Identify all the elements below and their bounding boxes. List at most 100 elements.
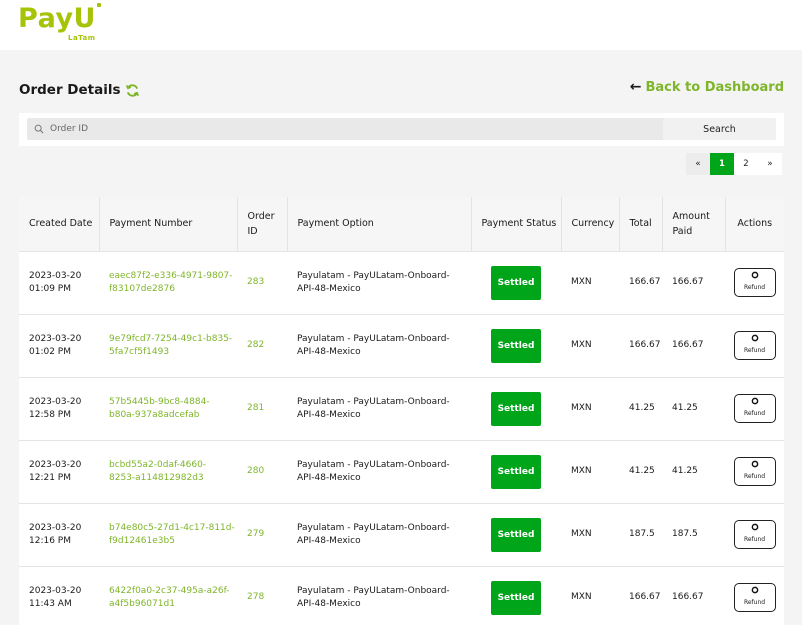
order-id-link[interactable]: 281 xyxy=(237,377,287,440)
pagination-page-1[interactable]: 1 xyxy=(710,153,734,175)
back-to-dashboard-link[interactable]: ← Back to Dashboard xyxy=(630,79,784,95)
actions-cell: Refund xyxy=(725,314,784,377)
amount-paid-cell: 41.25 xyxy=(672,403,698,413)
refund-button[interactable]: Refund xyxy=(733,457,776,486)
header-actions: Actions xyxy=(737,218,773,230)
payu-logo[interactable]: PayU LaTam xyxy=(18,2,108,46)
search-field-wrapper xyxy=(27,118,667,140)
pagination-next-button[interactable]: » xyxy=(758,153,782,175)
payment-number-link[interactable]: bcbd55a2-0daf-4660- 8253-a114812982d3 xyxy=(99,440,237,503)
header-payment-status: Payment Status xyxy=(471,197,562,251)
refund-label: Refund xyxy=(743,347,766,354)
payment-option-cell: Payulatam - PayULatam-Onboard- API-48-Mex… xyxy=(297,522,450,546)
search-button[interactable]: Search xyxy=(663,118,776,140)
refund-button[interactable]: Refund xyxy=(733,520,776,549)
order-id-link[interactable]: 283 xyxy=(237,251,287,314)
status-badge: Settled xyxy=(491,265,541,300)
refund-icon xyxy=(751,271,758,279)
order-id-link[interactable]: 279 xyxy=(237,503,287,566)
table-row: 2023-03-20 01:09 PM eaec87f2-e336-4971-98… xyxy=(19,251,784,314)
order-id-link[interactable]: 282 xyxy=(237,314,287,377)
top-bar: PayU LaTam xyxy=(0,0,802,50)
status-badge: Settled xyxy=(491,454,541,489)
amount-paid-cell: 166.67 xyxy=(672,340,704,350)
currency-cell: MXN xyxy=(571,277,592,287)
created-date-cell: 2023-03-20 12:58 PM xyxy=(29,396,82,420)
payment-status-cell: Settled xyxy=(471,377,561,440)
header-amount-paid: Amount Paid xyxy=(662,197,726,251)
actions-cell: Refund xyxy=(725,440,784,503)
status-badge: Settled xyxy=(491,517,541,552)
back-to-dashboard-label: Back to Dashboard xyxy=(645,79,784,95)
created-date-cell: 2023-03-20 01:09 PM xyxy=(29,270,82,294)
total-cell: 41.25 xyxy=(629,466,655,476)
actions-cell: Refund xyxy=(725,377,784,440)
status-badge: Settled xyxy=(491,580,541,615)
table-row: 2023-03-20 12:16 PM b74e80c5-27d1-4c17-81… xyxy=(19,503,784,566)
pagination-page-2[interactable]: 2 xyxy=(734,153,758,175)
header-total: Total xyxy=(619,197,663,251)
status-badge: Settled xyxy=(491,391,541,426)
currency-cell: MXN xyxy=(571,529,592,539)
header-payment-number: Payment Number xyxy=(99,197,238,251)
logo-text: PayU xyxy=(18,3,96,34)
total-cell: 166.67 xyxy=(629,277,661,287)
pagination-prev-button[interactable]: « xyxy=(686,153,710,175)
page-title: Order Details xyxy=(19,82,140,98)
payment-number-link[interactable]: b74e80c5-27d1-4c17-811d-f9d12461e3b5 xyxy=(99,503,237,566)
total-cell: 166.67 xyxy=(629,592,661,603)
currency-cell: MXN xyxy=(571,466,592,476)
order-id-search-input[interactable] xyxy=(48,123,652,135)
actions-cell: Refund xyxy=(725,503,784,566)
refund-icon xyxy=(751,523,758,531)
header-payment-option: Payment Option xyxy=(287,197,472,251)
refund-icon xyxy=(751,460,758,468)
payment-status-cell: Settled xyxy=(471,314,561,377)
order-id-link[interactable]: 280 xyxy=(237,440,287,503)
orders-table: Created Date Payment Number Order ID Pay… xyxy=(19,197,784,625)
pagination: « 1 2 » xyxy=(686,153,782,175)
refund-button[interactable]: Refund xyxy=(733,394,776,423)
table-row: 2023-03-20 11:43 AM 6422f0a0-2c37-495a-a2… xyxy=(19,566,784,625)
refund-label: Refund xyxy=(743,284,766,291)
currency-cell: MXN xyxy=(571,592,592,603)
payment-status-cell: Settled xyxy=(471,503,561,566)
refund-button[interactable]: Refund xyxy=(733,583,776,613)
payment-number-link[interactable]: eaec87f2-e336-4971-9807- f83107de2876 xyxy=(99,251,237,314)
amount-paid-cell: 187.5 xyxy=(672,529,698,539)
payment-option-cell: Payulatam - PayULatam-Onboard- API-48-Mex… xyxy=(297,270,450,294)
payment-option-cell: Payulatam - PayULatam-Onboard- API-48-Mex… xyxy=(297,333,450,357)
created-date-cell: 2023-03-20 01:02 PM xyxy=(29,333,82,357)
refund-icon xyxy=(751,334,758,342)
refund-button[interactable]: Refund xyxy=(733,331,776,360)
payment-option-cell: Payulatam - PayULatam-Onboard- API-48-Mex… xyxy=(297,459,450,483)
refund-label: Refund xyxy=(743,536,766,543)
amount-paid-cell: 166.67 xyxy=(672,592,704,603)
amount-paid-cell: 41.25 xyxy=(672,466,698,476)
payment-status-cell: Settled xyxy=(471,440,561,503)
arrow-left-icon: ← xyxy=(629,79,642,95)
refund-icon xyxy=(751,397,758,405)
payment-number-link[interactable]: 6422f0a0-2c37-495a-a26f-a4f5b96071d1 xyxy=(99,566,237,625)
header-created-date: Created Date xyxy=(19,197,100,251)
refund-button[interactable]: Refund xyxy=(733,268,776,297)
page-title-text: Order Details xyxy=(19,82,121,98)
payment-status-cell: Settled xyxy=(471,251,561,314)
actions-cell: Refund xyxy=(725,566,784,625)
header-order-id: Order ID xyxy=(237,197,288,251)
total-cell: 41.25 xyxy=(629,403,655,413)
payment-option-cell: Payulatam - PayULatam-Onboard- API-48-Mex… xyxy=(297,396,450,420)
payment-number-link[interactable]: 9e79fcd7-7254-49c1-b835- 5fa7cf5f1493 xyxy=(99,314,237,377)
table-row: 2023-03-20 01:02 PM 9e79fcd7-7254-49c1-b8… xyxy=(19,314,784,377)
header-currency: Currency xyxy=(561,197,620,251)
payment-number-link[interactable]: 57b5445b-9bc8-4884- b80a-937a8adcefab xyxy=(99,377,237,440)
refund-label: Refund xyxy=(743,410,766,417)
refund-label: Refund xyxy=(743,473,766,480)
refund-label: Refund xyxy=(743,599,766,607)
status-badge: Settled xyxy=(491,328,541,363)
logo-dot-icon xyxy=(97,3,101,7)
created-date-cell: 2023-03-20 11:43 AM xyxy=(29,585,82,609)
order-id-link[interactable]: 278 xyxy=(237,566,287,625)
total-cell: 187.5 xyxy=(629,529,655,539)
refresh-icon[interactable] xyxy=(125,83,140,98)
